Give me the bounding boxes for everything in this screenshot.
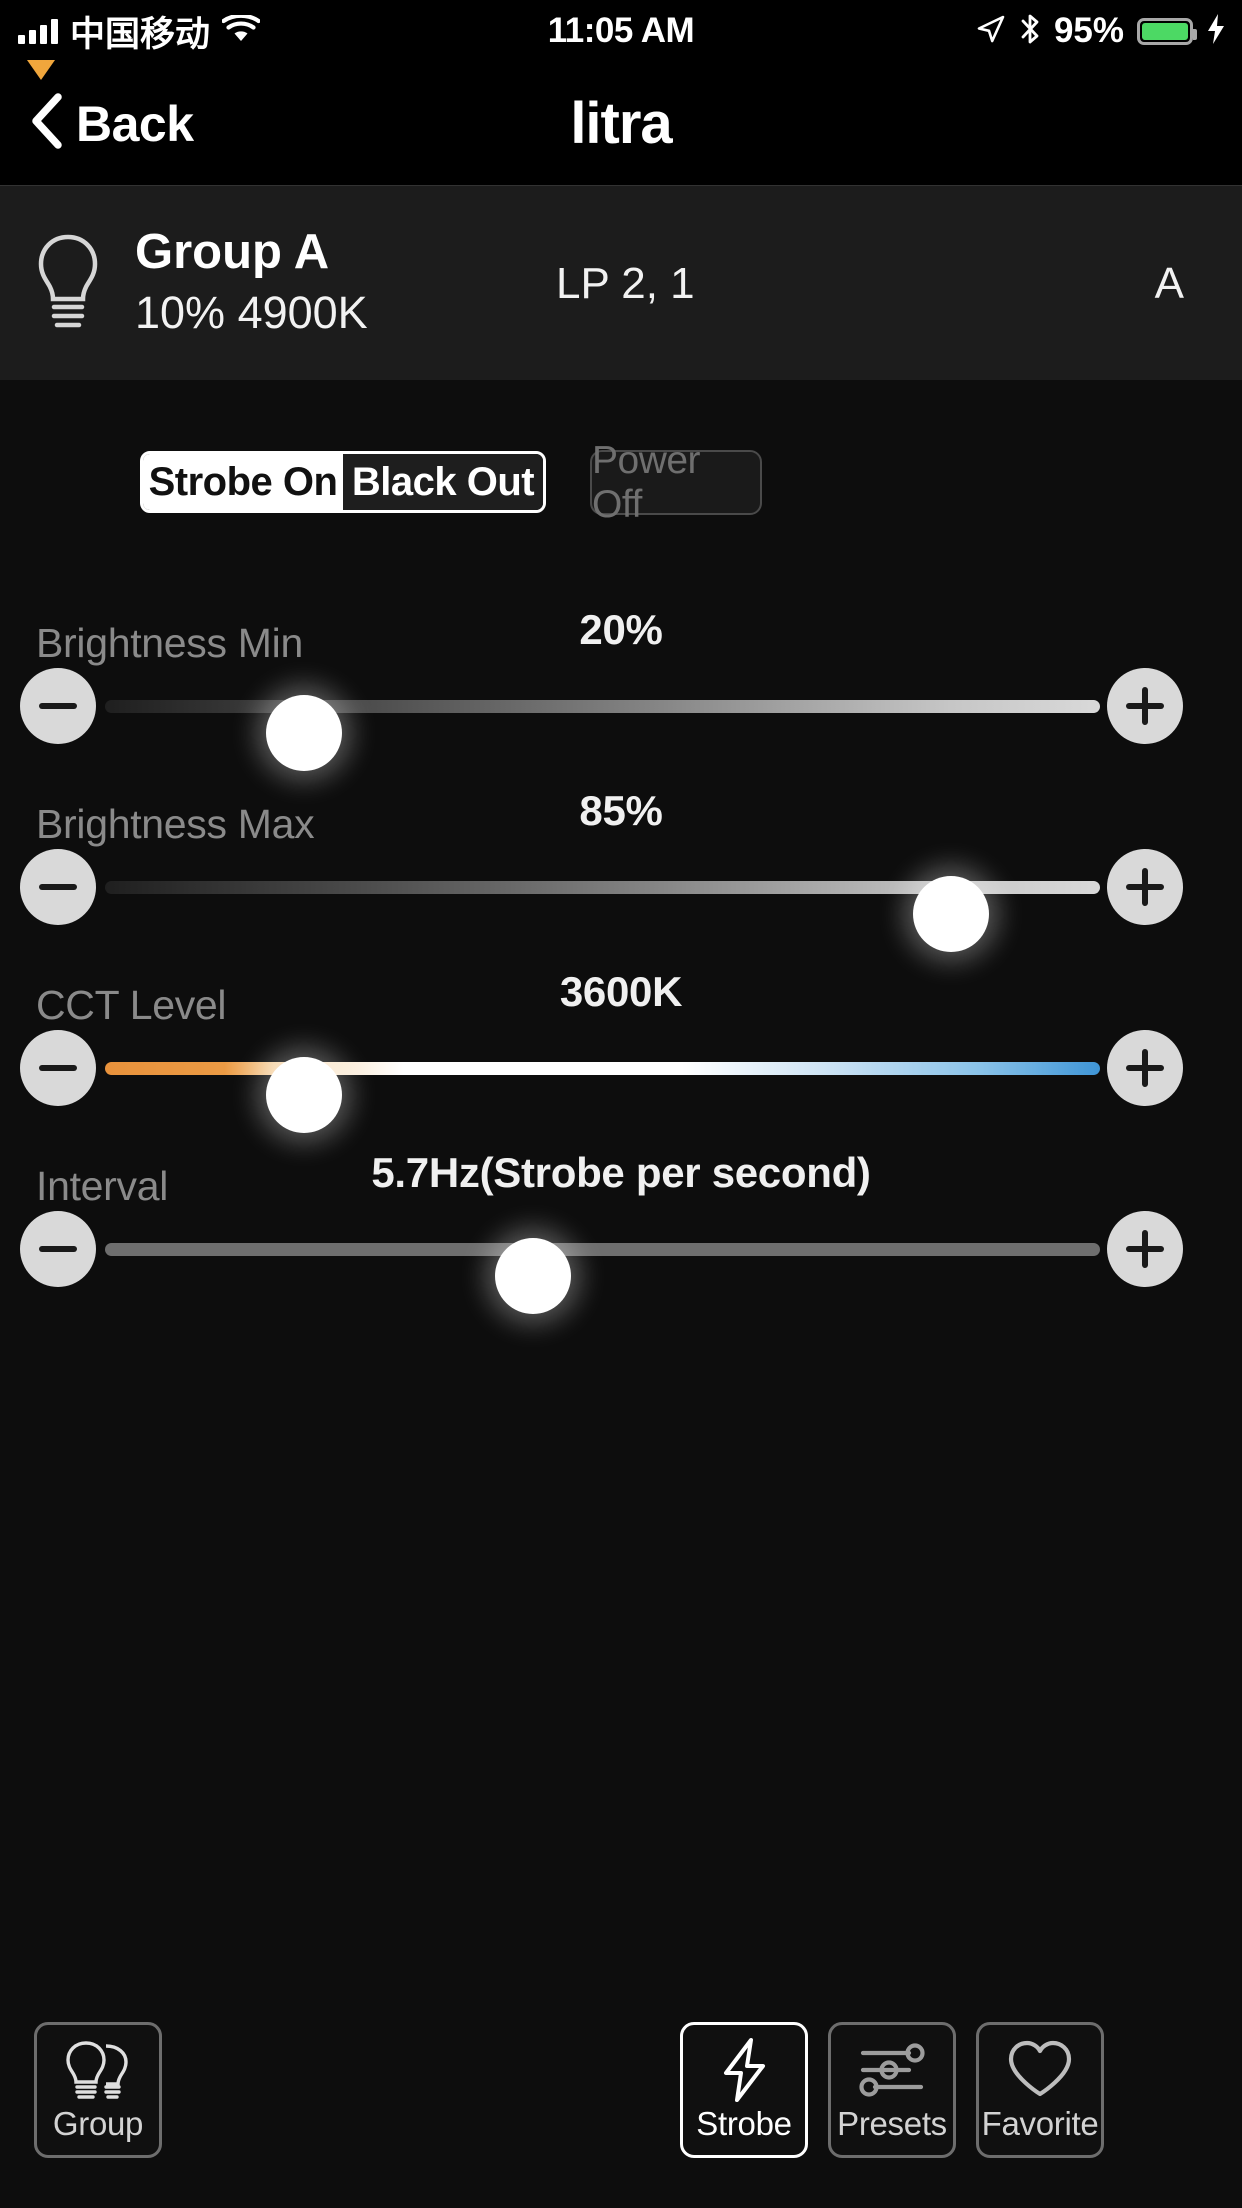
slider-track-area[interactable] — [0, 1030, 1242, 1133]
bulb-icon — [0, 231, 135, 335]
decrement-button[interactable] — [20, 668, 96, 744]
charging-bolt-icon — [1206, 13, 1226, 50]
decrement-button[interactable] — [20, 1211, 96, 1287]
status-bar: 中国移动 11:05 AM 95% — [0, 0, 1242, 62]
logo-text: litra — [570, 91, 672, 156]
device-info-bar[interactable]: Group A 10% 4900K LP 2, 1 A — [0, 185, 1242, 380]
battery-icon — [1137, 17, 1197, 45]
toolbar-button-label: Group — [52, 2105, 144, 2142]
slider-row-cct-level: CCT Level 3600K — [0, 922, 1242, 1133]
heart-icon — [1005, 2037, 1075, 2103]
slider-track[interactable] — [105, 695, 1100, 771]
slider-track[interactable] — [105, 1238, 1100, 1314]
slider-value: 3600K — [559, 968, 683, 1015]
slider-track-area[interactable] — [0, 668, 1242, 771]
segment-strobe-on[interactable]: Strobe On — [143, 454, 343, 510]
device-info-text: Group A 10% 4900K — [135, 222, 368, 344]
logo-accent-triangle-icon — [27, 60, 55, 80]
channel-label: A — [1154, 258, 1184, 308]
device-state: 10% 4900K — [135, 287, 368, 338]
slider-track[interactable] — [105, 1057, 1100, 1133]
decrement-button[interactable] — [20, 1030, 96, 1106]
slider-value: 20% — [579, 606, 663, 653]
bottom-toolbar: Group Strobe Presets Favorite — [0, 2022, 1242, 2208]
toolbar-button-strobe[interactable]: Strobe — [680, 2022, 808, 2158]
slider-track-area[interactable] — [0, 849, 1242, 952]
toolbar-button-label: Favorite — [981, 2105, 1099, 2142]
lamp-list-label: LP 2, 1 — [556, 258, 695, 308]
slider-value: 85% — [579, 787, 663, 834]
toolbar-button-label: Presets — [837, 2105, 947, 2142]
increment-button[interactable] — [1107, 849, 1183, 925]
clock-label: 11:05 AM — [547, 11, 695, 50]
power-off-button[interactable]: Power Off — [590, 439, 762, 526]
two-bulbs-icon — [62, 2037, 134, 2103]
slider-row-interval: Interval 5.7Hz(Strobe per second) — [0, 1103, 1242, 1314]
increment-button[interactable] — [1107, 1211, 1183, 1287]
toolbar-button-label: Strobe — [696, 2105, 792, 2142]
toolbar-button-favorite[interactable]: Favorite — [976, 2022, 1104, 2158]
battery-percent-label: 95% — [1053, 11, 1124, 50]
status-bar-right: 95% — [976, 0, 1226, 62]
toolbar-button-group[interactable]: Group — [34, 2022, 162, 2158]
slider-thumb[interactable] — [494, 1238, 571, 1314]
sliders-icon — [857, 2037, 927, 2103]
slider-value: 5.7Hz(Strobe per second) — [371, 1149, 871, 1196]
strobe-mode-segmented-control[interactable]: Strobe On Black Out — [140, 451, 546, 513]
app-logo: litra — [0, 60, 1242, 185]
slider-track[interactable] — [105, 876, 1100, 952]
slider-row-brightness-min: Brightness Min 20% — [0, 560, 1242, 771]
lightning-bolt-icon — [718, 2037, 770, 2103]
increment-button[interactable] — [1107, 1030, 1183, 1106]
bluetooth-icon — [1019, 13, 1041, 50]
toolbar-button-presets[interactable]: Presets — [828, 2022, 956, 2158]
segment-black-out[interactable]: Black Out — [343, 454, 543, 510]
slider-track-area[interactable] — [0, 1211, 1242, 1314]
decrement-button[interactable] — [20, 849, 96, 925]
increment-button[interactable] — [1107, 668, 1183, 744]
device-name: Group A — [135, 225, 330, 279]
navigation-bar: Back litra — [0, 60, 1242, 185]
app-screen: 中国移动 11:05 AM 95% Back litra Group A 10%… — [0, 0, 1242, 2208]
slider-row-brightness-max: Brightness Max 85% — [0, 741, 1242, 952]
location-arrow-icon — [976, 14, 1006, 49]
